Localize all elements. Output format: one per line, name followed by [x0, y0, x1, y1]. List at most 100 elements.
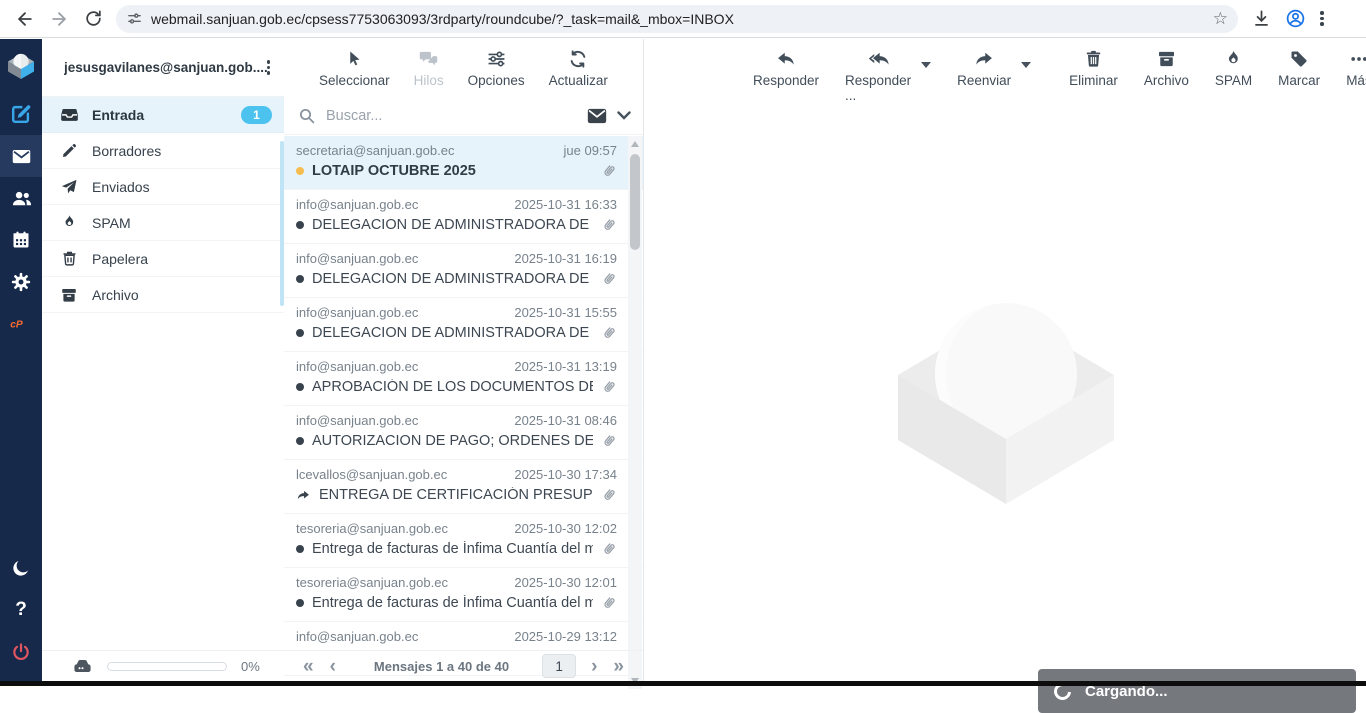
forward-icon[interactable] [42, 2, 76, 36]
roundcube-logo [0, 39, 42, 93]
folder-drafts[interactable]: Borradores [42, 133, 284, 169]
message-row[interactable]: info@sanjuan.gob.ec2025-10-31 16:19DELEG… [284, 244, 643, 298]
loading-toast: Cargando... [1038, 669, 1356, 713]
message-status-dot[interactable] [296, 275, 304, 283]
message-sender: info@sanjuan.gob.ec [296, 251, 514, 266]
message-sender: info@sanjuan.gob.ec [296, 197, 514, 212]
mark-button[interactable]: Marcar [1278, 48, 1320, 88]
rail-mail-icon[interactable] [0, 135, 42, 177]
reply-all-icon [865, 48, 891, 70]
browser-menu-icon[interactable] [1320, 11, 1324, 26]
message-row[interactable]: info@sanjuan.gob.ec2025-10-31 13:19APROB… [284, 352, 643, 406]
attachment-icon [601, 271, 617, 287]
message-date: 2025-10-31 08:46 [514, 413, 617, 428]
options-button[interactable]: Opciones [468, 48, 525, 88]
trash-icon [58, 250, 80, 267]
message-subject: DELEGACION DE ADMINISTRADORA DE OR... [312, 217, 593, 233]
message-status-dot[interactable] [296, 221, 304, 229]
account-email: jesusgavilanes@sanjuan.gob.... [64, 60, 267, 75]
attachment-icon [601, 433, 617, 449]
folder-sent[interactable]: Enviados [42, 169, 284, 205]
folder-archive[interactable]: Archivo [42, 277, 284, 313]
search-input[interactable] [326, 108, 577, 124]
delete-button[interactable]: Eliminar [1069, 48, 1118, 88]
last-page-icon[interactable]: » [608, 657, 629, 676]
message-subject: AUTORIZACION DE PAGO; ORDENES DE CO... [312, 433, 593, 449]
address-bar[interactable]: webmail.sanjuan.gob.ec/cpsess7753063093/… [116, 5, 1238, 33]
message-status-dot[interactable] [296, 545, 304, 553]
attachment-icon [601, 379, 617, 395]
first-page-icon[interactable]: « [298, 657, 319, 676]
spam-button[interactable]: SPAM [1215, 48, 1252, 88]
scrollbar-thumb[interactable] [630, 154, 640, 250]
site-settings-icon[interactable] [126, 10, 143, 27]
message-status-dot[interactable] [296, 383, 304, 391]
message-status-dot[interactable] [296, 437, 304, 445]
attachment-icon [601, 541, 617, 557]
message-sender: tesoreria@sanjuan.gob.ec [296, 575, 514, 590]
quota-progress [107, 662, 227, 671]
message-status-dot[interactable] [296, 599, 304, 607]
rail-contacts-icon[interactable] [0, 177, 42, 219]
message-date: 2025-10-30 12:01 [514, 575, 617, 590]
reply-all-caret-icon[interactable] [921, 62, 931, 68]
folder-spam[interactable]: SPAM [42, 205, 284, 241]
inbox-icon [58, 105, 80, 124]
message-row[interactable]: info@sanjuan.gob.ec2025-10-31 15:55DELEG… [284, 298, 643, 352]
account-options-icon[interactable] [267, 60, 271, 75]
preview-pane: Responder Responder ... Reenviar [645, 39, 1366, 681]
compose-button[interactable] [0, 93, 42, 135]
message-row[interactable]: lcevallos@sanjuan.gob.ec2025-10-30 17:34… [284, 460, 643, 514]
archive-button[interactable]: Archivo [1144, 48, 1189, 88]
message-row[interactable]: tesoreria@sanjuan.gob.ec2025-10-30 12:02… [284, 514, 643, 568]
prev-page-icon[interactable]: ‹ [325, 657, 341, 676]
next-page-icon[interactable]: › [586, 657, 602, 676]
message-row[interactable]: info@sanjuan.gob.ec2025-10-31 16:33DELEG… [284, 190, 643, 244]
back-icon[interactable] [8, 2, 42, 36]
message-row[interactable]: info@sanjuan.gob.ec2025-10-31 08:46AUTOR… [284, 406, 643, 460]
mail-toolbar: Responder Responder ... Reenviar [645, 39, 1366, 97]
rail-calendar-icon[interactable] [0, 219, 42, 261]
profile-icon[interactable] [1285, 8, 1306, 29]
message-date: 2025-10-30 12:02 [514, 521, 617, 536]
forward-caret-icon[interactable] [1021, 62, 1031, 68]
attachment-icon [601, 217, 617, 233]
pagination-bar: « ‹ Mensajes 1 a 40 de 40 1 › » [284, 650, 643, 681]
list-scrollbar[interactable] [628, 136, 642, 689]
download-icon[interactable] [1252, 9, 1271, 28]
attachment-icon [601, 487, 617, 503]
folder-inbox[interactable]: Entrada 1 [42, 97, 284, 133]
pencil-icon [58, 142, 80, 159]
help-icon[interactable]: ? [0, 589, 42, 631]
select-button[interactable]: Seleccionar [319, 48, 390, 88]
dark-mode-icon[interactable] [0, 547, 42, 589]
reply-button[interactable]: Responder [753, 48, 819, 88]
message-subject: DELEGACION DE ADMINISTRADORA DE OR... [312, 271, 593, 287]
folder-trash[interactable]: Papelera [42, 241, 284, 277]
rail-settings-icon[interactable] [0, 261, 42, 303]
message-row[interactable]: secretaria@sanjuan.gob.ecjue 09:57LOTAIP… [284, 136, 643, 190]
search-scope-icon[interactable] [587, 108, 607, 124]
message-list-panel: Seleccionar Hilos Opciones Actualizar [284, 39, 644, 681]
message-status-dot[interactable] [296, 167, 304, 175]
forward-button[interactable]: Reenviar [957, 48, 1011, 88]
reload-icon[interactable] [76, 2, 110, 36]
message-status-dot[interactable] [296, 329, 304, 337]
forwarded-status-icon[interactable] [296, 489, 311, 502]
scroll-up-icon[interactable] [631, 141, 639, 147]
url-text[interactable]: webmail.sanjuan.gob.ec/cpsess7753063093/… [151, 11, 1205, 27]
page-number-input[interactable]: 1 [542, 654, 576, 678]
app-rail: cP ? [0, 39, 42, 681]
reply-all-button[interactable]: Responder ... [845, 48, 911, 103]
folder-label: Borradores [92, 143, 272, 159]
refresh-button[interactable]: Actualizar [549, 48, 608, 88]
more-button[interactable]: Más [1346, 48, 1366, 88]
bookmark-star-icon[interactable]: ☆ [1213, 9, 1228, 29]
message-subject: APROBACIÓN DE LOS DOCUMENTOS DE LA... [312, 379, 593, 395]
message-row[interactable]: tesoreria@sanjuan.gob.ec2025-10-30 12:01… [284, 568, 643, 622]
logout-icon[interactable] [0, 631, 42, 673]
cpanel-icon[interactable]: cP [0, 303, 42, 345]
search-options-chevron-icon[interactable] [617, 111, 631, 120]
threads-button[interactable]: Hilos [414, 48, 444, 88]
flame-icon [58, 214, 80, 231]
